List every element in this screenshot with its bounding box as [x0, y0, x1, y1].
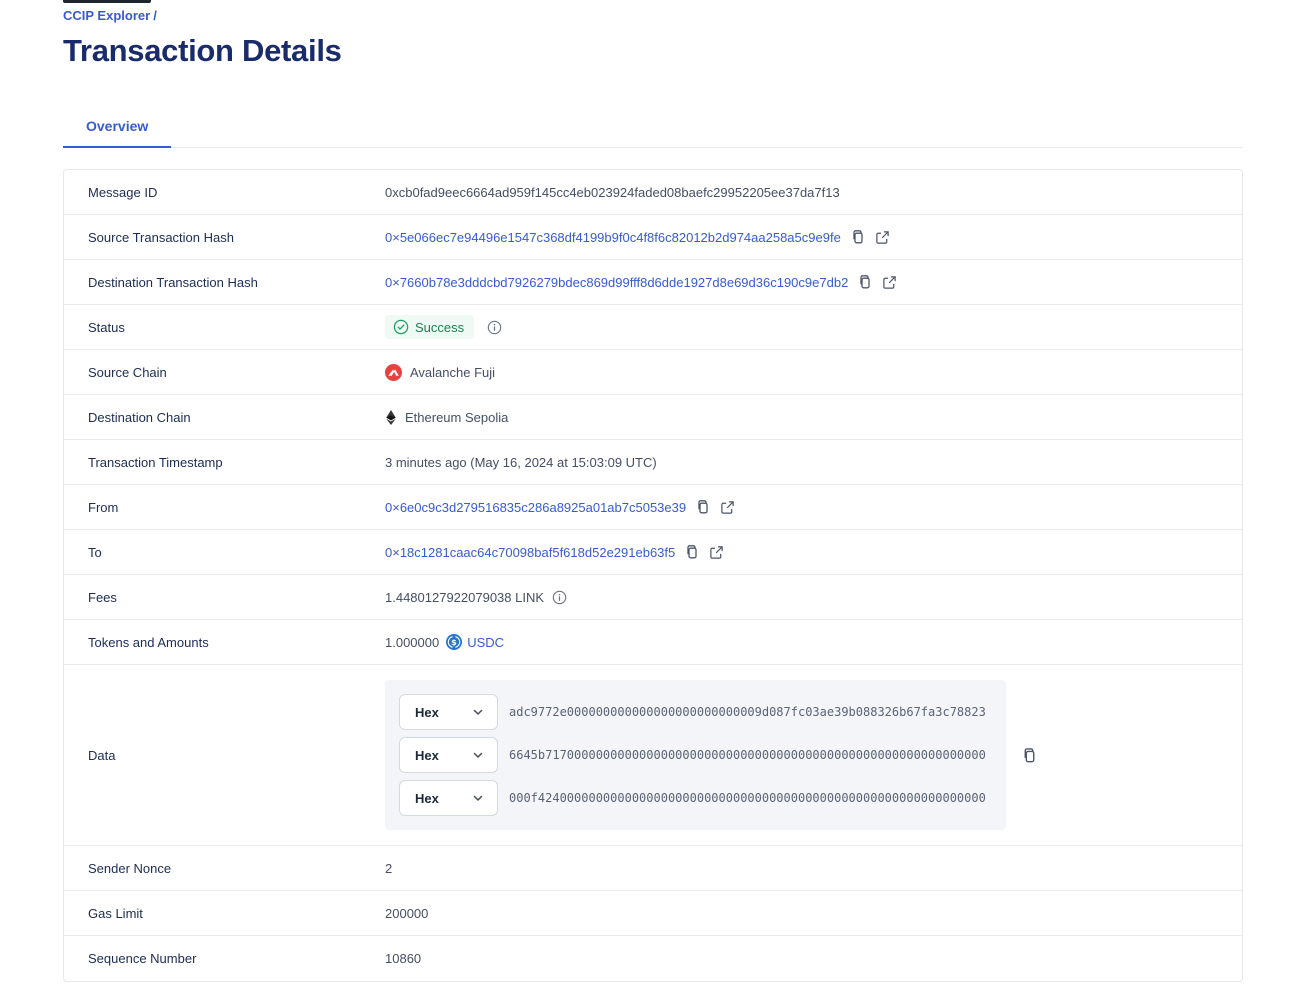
table-row-fees: Fees 1.4480127922079038 LINK: [64, 575, 1242, 620]
table-row-sender-nonce: Sender Nonce 2: [64, 846, 1242, 891]
table-row-data: Data Hex adc9772e00000000000000000000000…: [64, 665, 1242, 846]
source-chain-name: Avalanche Fuji: [410, 365, 495, 380]
copy-icon[interactable]: [857, 274, 873, 290]
table-row-timestamp: Transaction Timestamp 3 minutes ago (May…: [64, 440, 1242, 485]
fees-value: 1.4480127922079038 LINK: [385, 590, 544, 605]
table-row-dest-tx-hash: Destination Transaction Hash 0×7660b78e3…: [64, 260, 1242, 305]
chevron-down-icon: [472, 749, 484, 761]
svg-text:$: $: [451, 637, 457, 647]
row-label: Sender Nonce: [64, 861, 385, 876]
encoding-select[interactable]: Hex: [399, 780, 498, 816]
data-line: Hex 000f42400000000000000000000000000000…: [399, 780, 992, 816]
copy-icon[interactable]: [1021, 747, 1038, 764]
page-title: Transaction Details: [63, 33, 1243, 69]
encoding-select-value: Hex: [415, 791, 439, 806]
row-label: Message ID: [64, 185, 385, 200]
data-hex-line: 6645b71700000000000000000000000000000000…: [509, 748, 986, 762]
external-link-icon[interactable]: [875, 230, 890, 245]
row-label: Gas Limit: [64, 906, 385, 921]
data-panel: Hex adc9772e000000000000000000000000009d…: [385, 680, 1006, 830]
token-symbol: USDC: [467, 635, 504, 650]
dest-tx-hash-link[interactable]: 0×7660b78e3dddcbd7926279bdec869d99fff8d6…: [385, 275, 848, 290]
table-row-to: To 0×18c1281caac64c70098baf5f618d52e291e…: [64, 530, 1242, 575]
table-row-tokens: Tokens and Amounts 1.000000 $ USDC: [64, 620, 1242, 665]
from-address-link[interactable]: 0×6e0c9c3d279516835c286a8925a01ab7c5053e…: [385, 500, 686, 515]
row-label: Data: [64, 748, 385, 763]
gas-limit-value: 200000: [385, 906, 428, 921]
sender-nonce-value: 2: [385, 861, 392, 876]
data-line: Hex adc9772e000000000000000000000000009d…: [399, 694, 992, 730]
avalanche-fuji-icon: [385, 364, 402, 381]
row-label: Status: [64, 320, 385, 335]
row-label: To: [64, 545, 385, 560]
row-label: From: [64, 500, 385, 515]
tab-overview[interactable]: Overview: [63, 107, 171, 148]
timestamp-value: 3 minutes ago (May 16, 2024 at 15:03:09 …: [385, 455, 657, 470]
chevron-down-icon: [472, 706, 484, 718]
copy-icon[interactable]: [684, 544, 700, 560]
external-link-icon[interactable]: [720, 500, 735, 515]
encoding-select-value: Hex: [415, 748, 439, 763]
usdc-icon: $: [446, 634, 462, 650]
row-label: Sequence Number: [64, 951, 385, 966]
external-link-icon[interactable]: [882, 275, 897, 290]
table-row-status: Status Success: [64, 305, 1242, 350]
to-address-link[interactable]: 0×18c1281caac64c70098baf5f618d52e291eb63…: [385, 545, 675, 560]
row-label: Transaction Timestamp: [64, 455, 385, 470]
encoding-select-value: Hex: [415, 705, 439, 720]
transaction-details-table: Message ID 0xcb0fad9eec6664ad959f145cc4e…: [63, 169, 1243, 982]
token-usdc-link[interactable]: $ USDC: [446, 634, 504, 650]
table-row-source-chain: Source Chain Avalanche Fuji: [64, 350, 1242, 395]
copy-icon[interactable]: [695, 499, 711, 515]
status-badge-label: Success: [415, 320, 464, 335]
row-label: Tokens and Amounts: [64, 635, 385, 650]
copy-icon[interactable]: [850, 229, 866, 245]
dest-chain-name: Ethereum Sepolia: [405, 410, 508, 425]
row-label: Source Transaction Hash: [64, 230, 385, 245]
sequence-number-value: 10860: [385, 951, 421, 966]
message-id-value: 0xcb0fad9eec6664ad959f145cc4eb023924fade…: [385, 185, 840, 200]
table-row-gas-limit: Gas Limit 200000: [64, 891, 1242, 936]
breadcrumb: CCIP Explorer/: [63, 0, 1243, 23]
encoding-select[interactable]: Hex: [399, 694, 498, 730]
row-label: Destination Transaction Hash: [64, 275, 385, 290]
tab-bar: Overview: [63, 107, 1243, 148]
info-icon[interactable]: [487, 320, 502, 335]
check-circle-icon: [393, 319, 409, 335]
row-label: Fees: [64, 590, 385, 605]
transaction-details-page: CCIP Explorer/ Transaction Details Overv…: [63, 0, 1243, 982]
data-hex-line: adc9772e000000000000000000000000009d087f…: [509, 705, 986, 719]
table-row-dest-chain: Destination Chain Ethereum Sepolia: [64, 395, 1242, 440]
breadcrumb-separator: /: [153, 8, 157, 23]
table-row-sequence-number: Sequence Number 10860: [64, 936, 1242, 981]
data-hex-line: 000f424000000000000000000000000000000000…: [509, 791, 986, 805]
row-label: Source Chain: [64, 365, 385, 380]
ethereum-sepolia-icon: [385, 409, 397, 426]
table-row-message-id: Message ID 0xcb0fad9eec6664ad959f145cc4e…: [64, 170, 1242, 215]
row-label: Destination Chain: [64, 410, 385, 425]
breadcrumb-ccip-explorer-link[interactable]: CCIP Explorer: [63, 8, 150, 23]
source-tx-hash-link[interactable]: 0×5e066ec7e94496e1547c368df4199b9f0c4f8f…: [385, 230, 841, 245]
clipped-tooltip-edge: [63, 0, 151, 3]
token-amount: 1.000000: [385, 635, 439, 650]
table-row-source-tx-hash: Source Transaction Hash 0×5e066ec7e94496…: [64, 215, 1242, 260]
external-link-icon[interactable]: [709, 545, 724, 560]
encoding-select[interactable]: Hex: [399, 737, 498, 773]
chevron-down-icon: [472, 792, 484, 804]
info-icon[interactable]: [552, 590, 567, 605]
data-line: Hex 6645b7170000000000000000000000000000…: [399, 737, 992, 773]
status-badge: Success: [385, 315, 474, 339]
table-row-from: From 0×6e0c9c3d279516835c286a8925a01ab7c…: [64, 485, 1242, 530]
